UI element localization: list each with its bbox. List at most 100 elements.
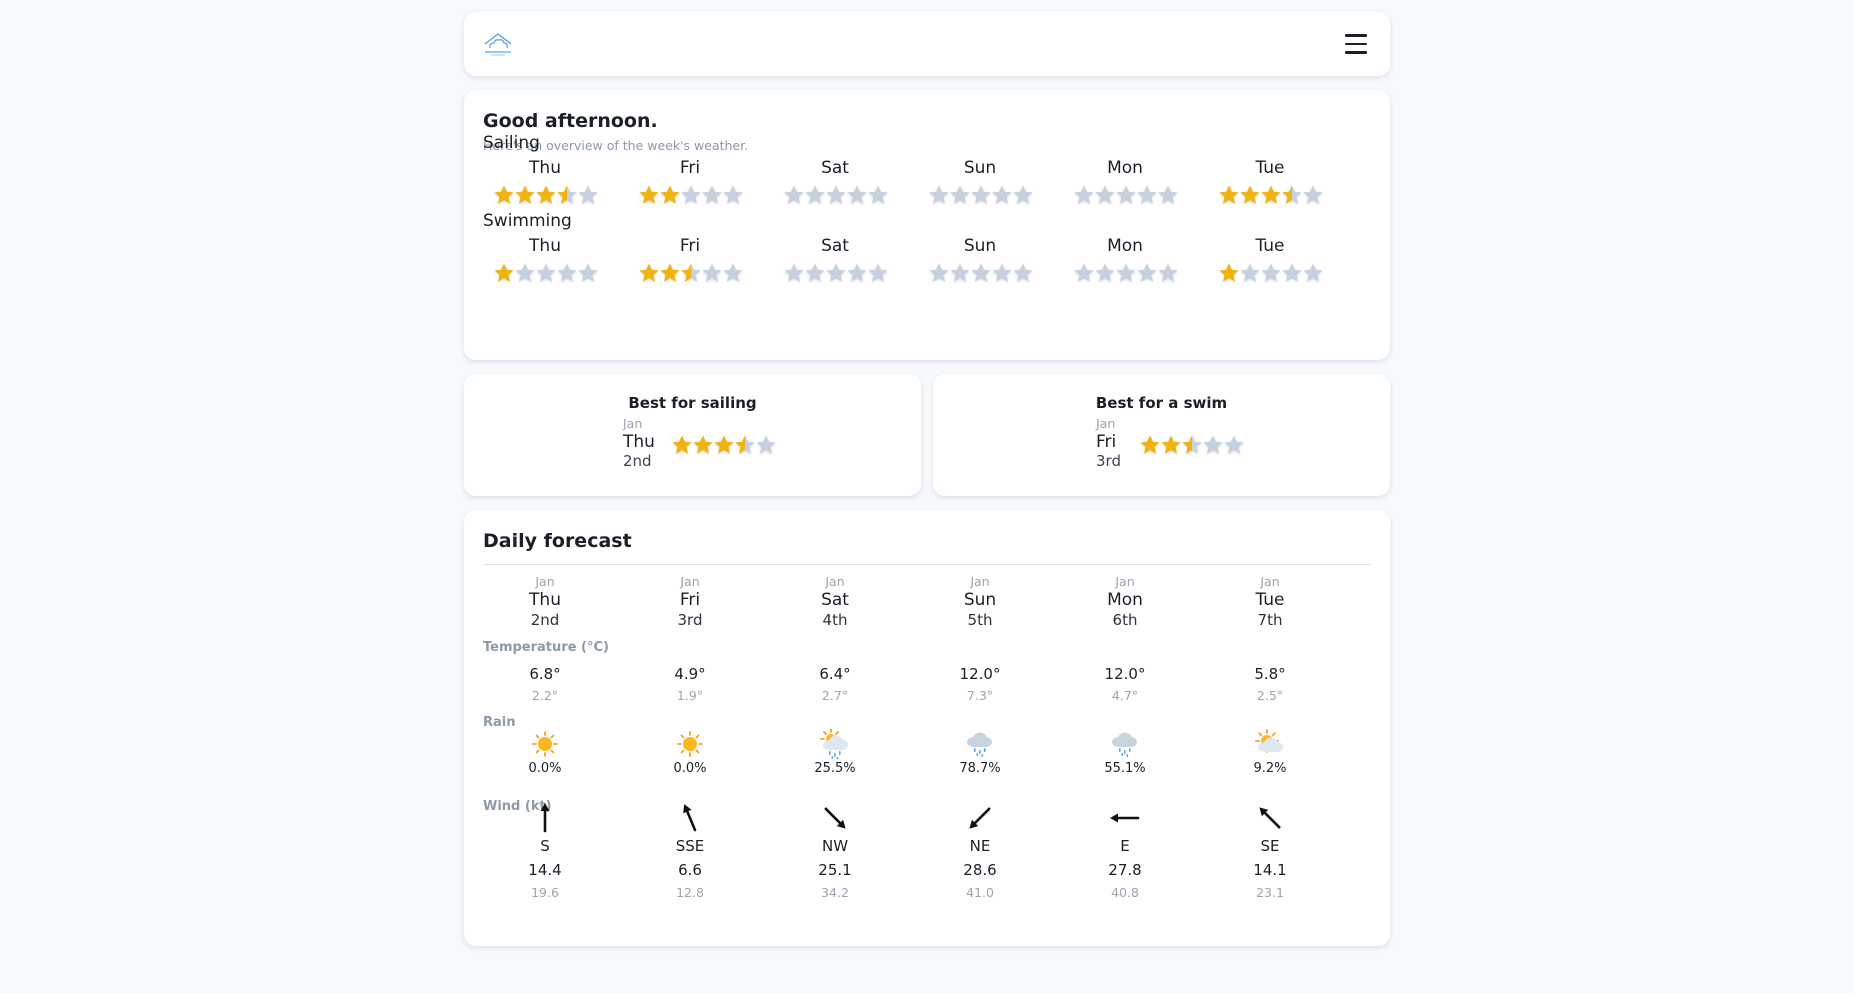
rating-stars bbox=[1218, 262, 1323, 284]
best-card-title: Best for a swim bbox=[1095, 394, 1228, 412]
star-empty-icon bbox=[1157, 262, 1179, 284]
star-filled-icon bbox=[493, 262, 515, 284]
best-date: Jan Fri 3rd bbox=[1096, 416, 1121, 469]
star-filled-icon bbox=[659, 262, 681, 284]
temperature-min: 1.9° bbox=[676, 688, 704, 703]
temperature-min: 2.7° bbox=[821, 688, 849, 703]
best-month: Jan bbox=[623, 416, 643, 431]
cloud-rain-icon bbox=[965, 729, 995, 759]
wind-speed: 27.8 bbox=[1108, 861, 1142, 879]
star-empty-icon bbox=[1239, 262, 1261, 284]
activity-day-rating: Tue bbox=[1205, 158, 1335, 210]
sun-cloud-icon bbox=[1255, 729, 1285, 759]
forecast-date: 3rd bbox=[677, 611, 703, 629]
activity-day-rating: Sat bbox=[770, 158, 900, 210]
star-filled-icon bbox=[514, 184, 536, 206]
star-empty-icon bbox=[949, 262, 971, 284]
best-date-number: 2nd bbox=[623, 451, 652, 470]
day-name: Tue bbox=[1255, 158, 1285, 178]
star-filled-icon bbox=[1139, 434, 1161, 456]
star-empty-icon bbox=[825, 184, 847, 206]
day-name: Mon bbox=[1107, 158, 1143, 178]
star-empty-icon bbox=[949, 184, 971, 206]
sun-cloud-rain-icon bbox=[820, 728, 850, 760]
temperature-max: 4.9° bbox=[674, 665, 706, 683]
day-name: Fri bbox=[679, 158, 701, 178]
activity-day-rating: Thu bbox=[480, 158, 610, 210]
wind-direction-arrow-icon bbox=[818, 801, 852, 835]
star-empty-icon bbox=[1073, 184, 1095, 206]
wind-speed: 6.6 bbox=[678, 861, 702, 879]
wind-speed: 28.6 bbox=[963, 861, 997, 879]
rating-stars bbox=[783, 262, 888, 284]
star-half-icon bbox=[734, 434, 756, 456]
best-day: Fri bbox=[1096, 431, 1117, 452]
wind-direction: E bbox=[1120, 837, 1130, 855]
star-empty-icon bbox=[1302, 262, 1324, 284]
wind-direction-arrow-icon bbox=[673, 801, 707, 835]
wind-direction: SE bbox=[1260, 837, 1280, 855]
day-name: Sat bbox=[821, 158, 849, 178]
star-empty-icon bbox=[556, 262, 578, 284]
star-empty-icon bbox=[1073, 262, 1095, 284]
temperature-max: 12.0° bbox=[1104, 665, 1146, 683]
activity-day-rating: Mon bbox=[1060, 158, 1190, 210]
temperature-max: 5.8° bbox=[1254, 665, 1286, 683]
forecast-month: Jan bbox=[1260, 574, 1280, 589]
forecast-month: Jan bbox=[970, 574, 990, 589]
forecast-month: Jan bbox=[680, 574, 700, 589]
wind-direction: S bbox=[540, 837, 550, 855]
best-date: Jan Thu 2nd bbox=[623, 416, 655, 470]
star-empty-icon bbox=[928, 184, 950, 206]
day-name: Thu bbox=[529, 236, 561, 256]
forecast-date: 7th bbox=[1257, 611, 1283, 629]
wind-direction: NE bbox=[969, 837, 991, 855]
star-empty-icon bbox=[514, 262, 536, 284]
star-empty-icon bbox=[1136, 262, 1158, 284]
forecast-date: 6th bbox=[1112, 611, 1138, 629]
forecast-date: 5th bbox=[967, 611, 993, 629]
wind-gust: 40.8 bbox=[1111, 885, 1139, 900]
star-empty-icon bbox=[701, 262, 723, 284]
temperature-min: 4.7° bbox=[1111, 688, 1139, 703]
best-for-sailing-card: Best for sailing Jan Thu 2nd bbox=[464, 374, 921, 496]
forecast-day: Mon bbox=[1107, 590, 1143, 610]
rating-stars bbox=[1073, 262, 1178, 284]
star-half-icon bbox=[680, 262, 702, 284]
star-half-icon bbox=[556, 184, 578, 206]
rain-chance: 9.2% bbox=[1253, 761, 1287, 776]
rating-stars bbox=[493, 184, 598, 206]
hamburger-menu-icon[interactable] bbox=[1342, 34, 1370, 56]
forecast-day-column: Jan Sat 4th 6.4° 2.7° 25.5% NW 25.1 34.2 bbox=[770, 574, 900, 900]
star-empty-icon bbox=[846, 262, 868, 284]
temperature-min: 7.3° bbox=[966, 688, 994, 703]
forecast-day: Fri bbox=[679, 590, 701, 610]
star-filled-icon bbox=[638, 184, 660, 206]
wind-speed: 14.4 bbox=[528, 861, 562, 879]
forecast-day: Tue bbox=[1255, 590, 1285, 610]
forecast-day: Thu bbox=[529, 590, 561, 610]
forecast-day-column: Jan Sun 5th 12.0° 7.3° 78.7% NE 28.6 41.… bbox=[915, 574, 1045, 900]
temperature-max: 6.8° bbox=[529, 665, 561, 683]
star-empty-icon bbox=[1012, 262, 1034, 284]
cloud-house-icon[interactable] bbox=[482, 30, 514, 58]
star-empty-icon bbox=[535, 262, 557, 284]
wind-direction-arrow-icon bbox=[528, 801, 562, 835]
day-name: Sun bbox=[963, 158, 997, 178]
star-half-icon bbox=[1181, 434, 1203, 456]
star-filled-icon bbox=[1218, 262, 1240, 284]
forecast-month: Jan bbox=[535, 574, 555, 589]
star-filled-icon bbox=[671, 434, 693, 456]
star-empty-icon bbox=[1094, 184, 1116, 206]
wind-gust: 41.0 bbox=[966, 885, 994, 900]
wind-direction-arrow-icon bbox=[963, 801, 997, 835]
rating-stars bbox=[638, 184, 743, 206]
star-empty-icon bbox=[804, 184, 826, 206]
star-empty-icon bbox=[867, 184, 889, 206]
wind-speed: 14.1 bbox=[1253, 861, 1287, 879]
star-filled-icon bbox=[713, 434, 735, 456]
best-month: Jan bbox=[1096, 416, 1116, 431]
activity-day-rating: Thu bbox=[480, 236, 610, 288]
greeting-heading: Good afternoon. bbox=[483, 110, 658, 132]
star-filled-icon bbox=[1218, 184, 1240, 206]
